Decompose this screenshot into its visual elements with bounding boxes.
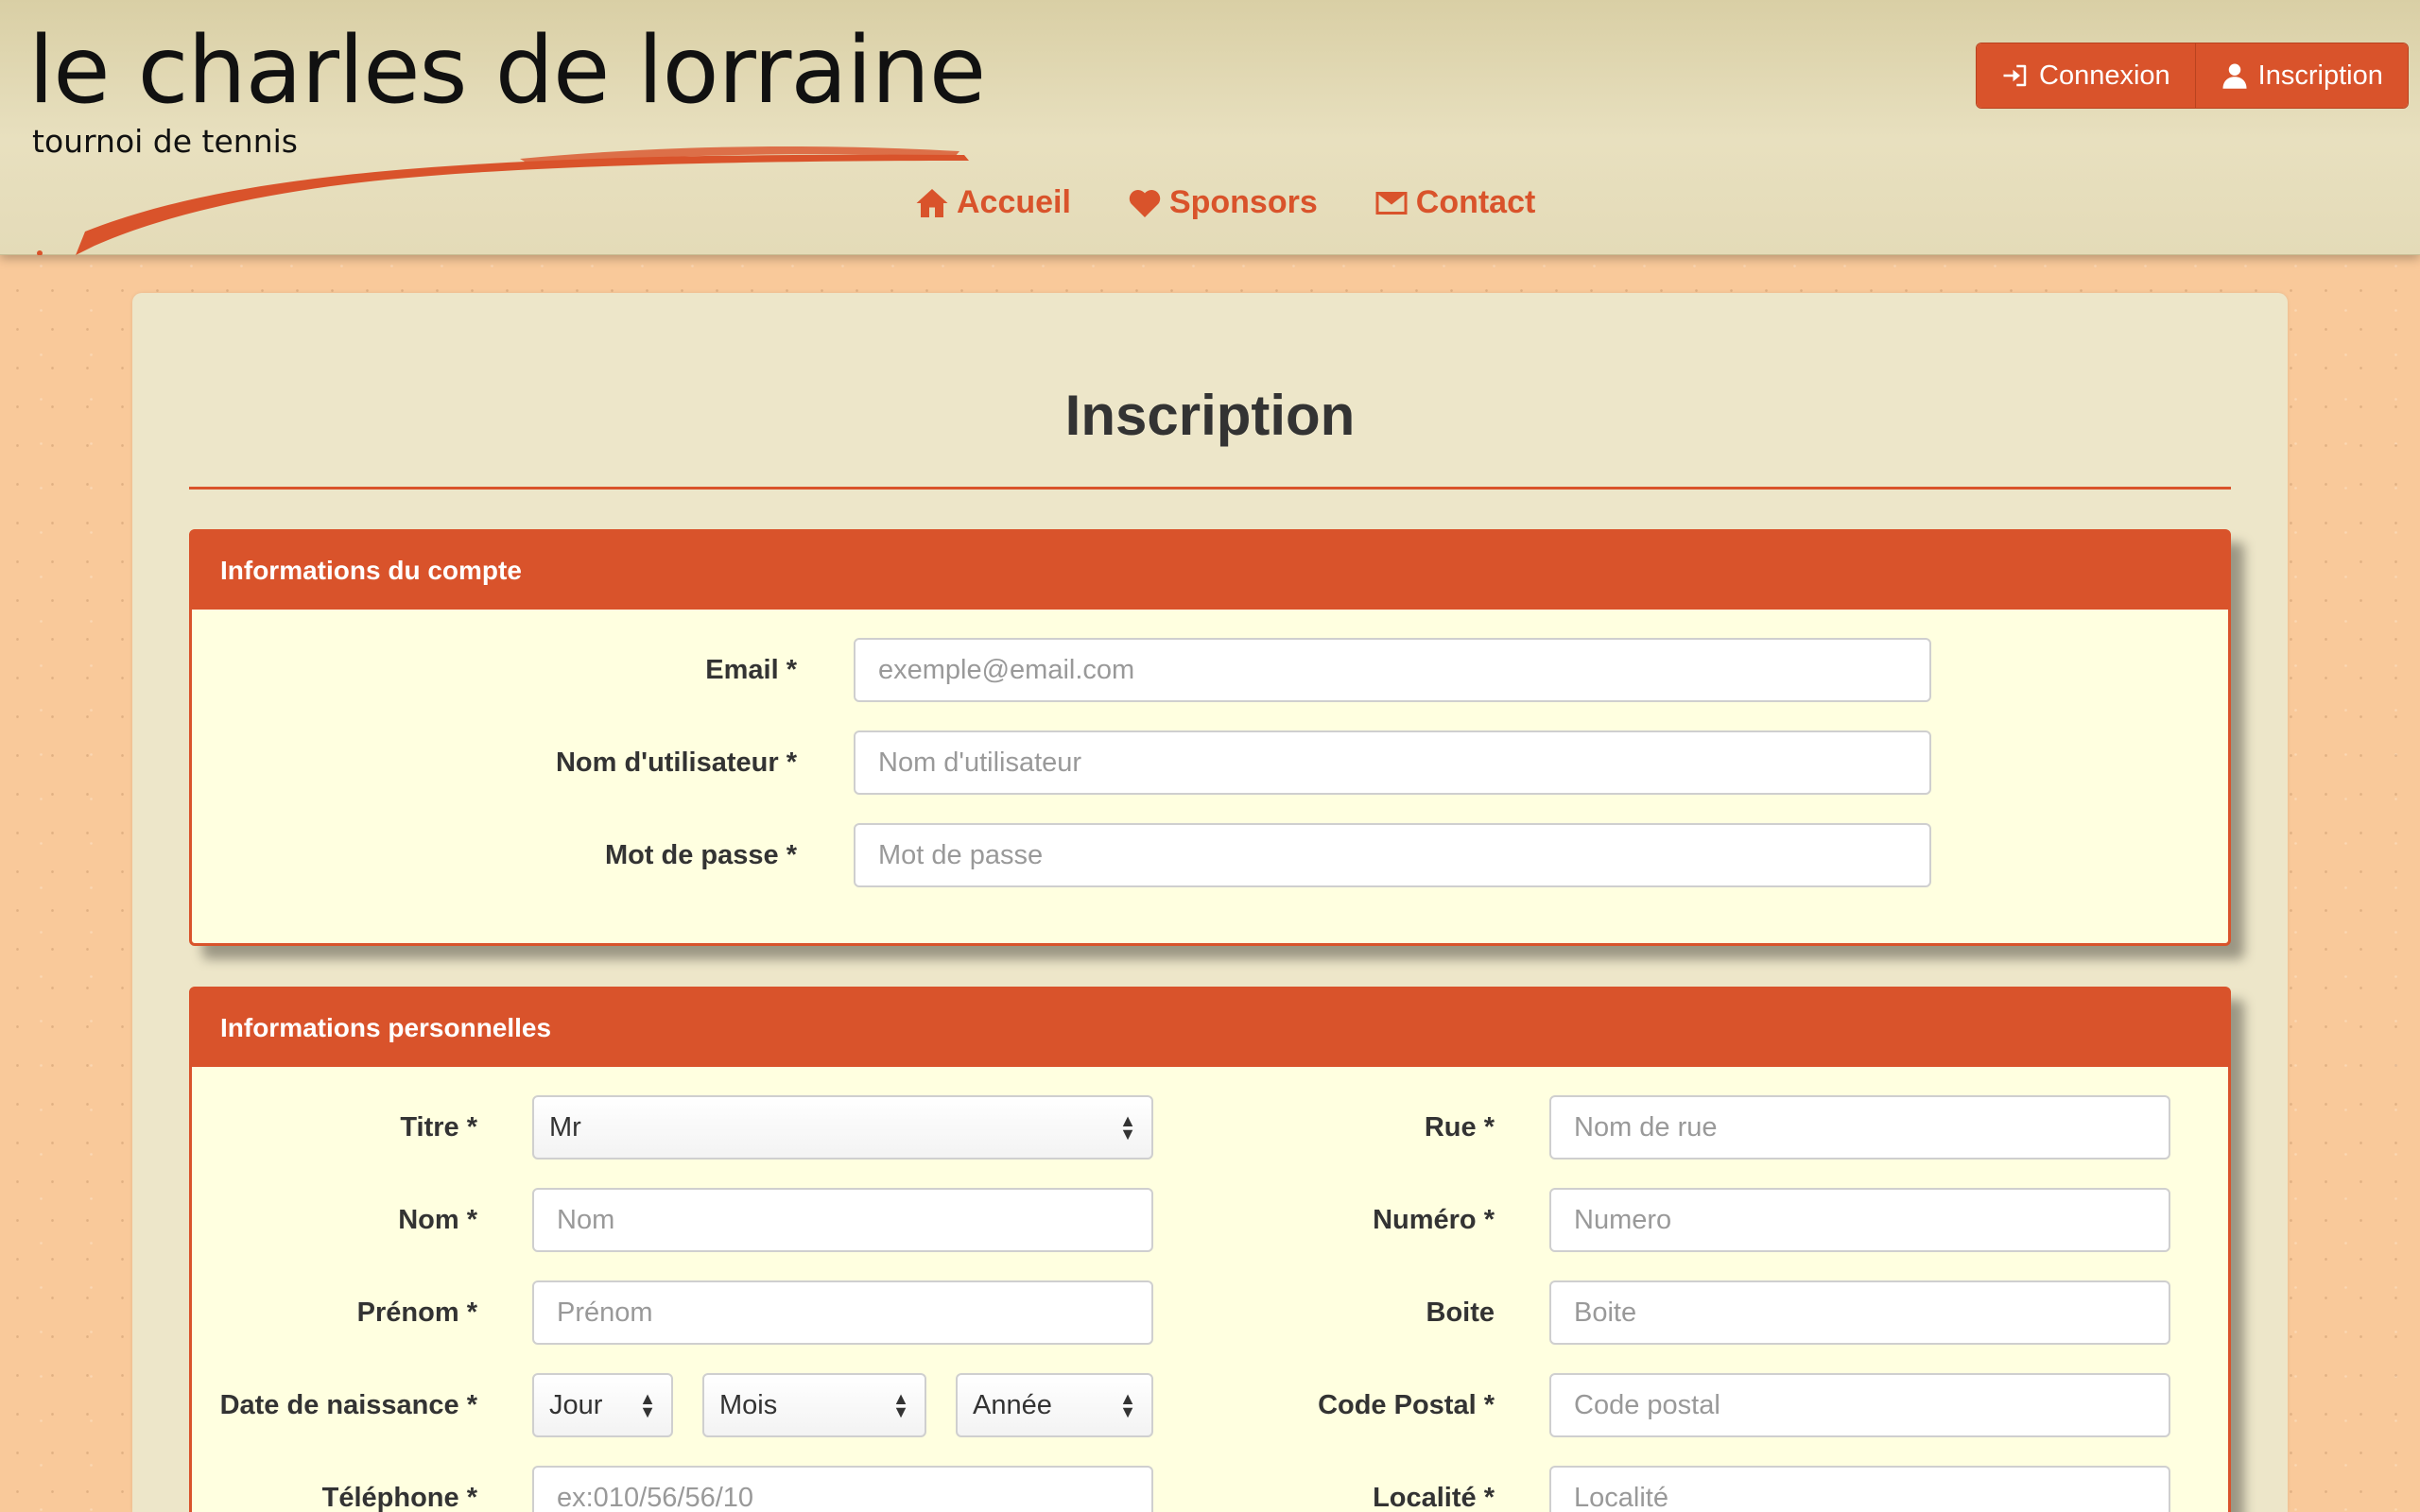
user-icon [2222,63,2247,89]
boite-row: Boite Boite [192,1280,2170,1345]
page-title: Inscription [1064,384,1356,447]
numero-label: Numéro * [1373,1204,1495,1235]
login-label: Connexion [2039,60,2170,91]
register-label: Inscription [2257,60,2383,91]
home-icon [916,188,948,217]
rue-label: Rue * [1424,1111,1495,1143]
heart-icon [1129,189,1161,217]
username-label: Nom d'utilisateur * [555,747,797,778]
username-row: Nom d'utilisateur * Nom d'utilisateur [192,730,1931,795]
register-button[interactable]: Inscription [2194,43,2408,108]
personal-panel: Informations personnelles Titre * Mr ▲ ▼ … [189,987,2231,1512]
sign-in-icon [2003,64,2027,87]
auth-button-group: Connexion Inscription [1976,43,2409,109]
localite-field[interactable]: Localité [1549,1466,2170,1512]
numero-field[interactable]: Numero [1549,1188,2170,1252]
numero-row: Numéro * Numero [192,1188,2170,1252]
username-field[interactable]: Nom d'utilisateur [854,730,1931,795]
nav-label-accueil: Accueil [957,184,1071,220]
email-field[interactable]: exemple@email.com [854,638,1931,702]
nav-label-contact: Contact [1415,184,1536,220]
account-panel-heading: Informations du compte [192,532,2228,610]
localite-row: Localité * Localité [192,1466,2170,1512]
title-divider [189,487,2231,490]
nav-label-sponsors: Sponsors [1168,184,1318,220]
email-row: Email * exemple@email.com [192,638,1931,702]
nav-item-sponsors[interactable]: Sponsors [1128,184,1318,221]
code-postal-label: Code Postal * [1318,1389,1495,1420]
main-nav: Accueil Sponsors Contact [915,184,1535,221]
rue-row: Rue * Nom de rue [192,1095,2170,1160]
code-postal-field[interactable]: Code postal [1549,1373,2170,1437]
localite-label: Localité * [1373,1482,1495,1512]
nav-item-contact[interactable]: Contact [1374,184,1536,221]
brand-subtitle: tournoi de tennis [32,123,298,160]
account-panel: Informations du compte Email * exemple@e… [189,529,2231,946]
envelope-icon [1375,191,1408,215]
brand-title: le charles de lorraine [28,17,986,125]
login-button[interactable]: Connexion [1977,43,2195,108]
site-header: le charles de lorraine tournoi de tennis… [0,0,2420,255]
nav-item-accueil[interactable]: Accueil [915,184,1071,221]
password-label: Mot de passe * [604,839,797,870]
email-label: Email * [705,654,797,685]
site-logo[interactable]: le charles de lorraine tournoi de tennis [28,19,986,255]
password-row: Mot de passe * Mot de passe [192,823,1931,887]
boite-label: Boite [1426,1297,1495,1328]
code-postal-row: Code Postal * Code postal [192,1373,2170,1437]
boite-field[interactable]: Boite [1549,1280,2170,1345]
personal-panel-heading: Informations personnelles [192,989,2228,1067]
main-content: Inscription Informations du compte Email… [132,293,2288,1512]
rue-field[interactable]: Nom de rue [1549,1095,2170,1160]
password-field[interactable]: Mot de passe [854,823,1931,887]
